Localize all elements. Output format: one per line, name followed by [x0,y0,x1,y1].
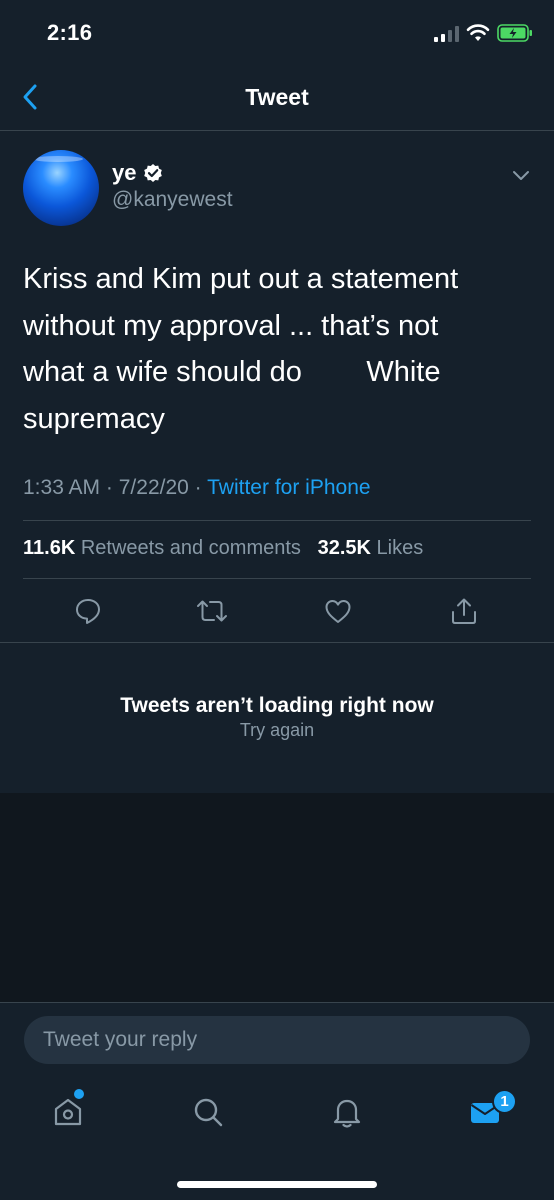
share-button[interactable] [447,594,481,628]
retweets-label: Retweets and comments [80,537,301,559]
battery-icon [497,24,532,42]
divider [0,642,554,643]
share-icon [452,598,476,624]
status-time: 2:16 [47,20,93,45]
try-again-link[interactable]: Try again [0,720,554,741]
tab-search[interactable] [188,1092,228,1132]
retweet-icon [197,600,227,622]
wifi-icon [466,24,490,41]
likes-label: Likes [376,537,424,559]
divider [23,578,531,579]
home-notification-dot [74,1089,84,1099]
likes-stat[interactable]: 32.5K Likes [318,537,424,559]
divider [23,520,531,521]
retweet-button[interactable] [195,594,229,628]
home-icon [54,1098,82,1126]
author-name-row: ye [112,160,163,186]
tweet-screen: 2:16 Tweet ye @kanyewest Kriss and Kim p… [0,0,554,1200]
verified-badge-icon [144,164,163,182]
signal-icon [434,26,459,42]
messages-badge: 1 [492,1089,517,1114]
like-button[interactable] [321,594,355,628]
notifications-icon [333,1099,361,1128]
like-icon [325,600,351,623]
avatar[interactable] [23,150,99,226]
tweet-stats: 11.6K Retweets and comments 32.5K Likes [23,537,423,560]
page-title: Tweet [245,84,309,110]
likes-count: 32.5K [317,537,371,559]
home-indicator[interactable] [177,1181,377,1188]
tab-notifications[interactable] [327,1092,367,1132]
handle: @kanyewest [112,188,233,211]
retweets-stat[interactable]: 11.6K Retweets and comments [23,537,301,559]
caret-down-icon[interactable] [510,164,532,186]
reply-icon [76,599,100,624]
search-icon [194,1098,223,1127]
meta-separator: · [194,476,202,499]
retweets-count: 11.6K [23,537,76,559]
meta-separator: · [105,476,113,499]
tweet-meta: 1:33 AM · 7/22/20 · Twitter for iPhone [23,476,371,500]
tweet-source-link[interactable]: Twitter for iPhone [207,476,370,499]
error-message: Tweets aren’t loading right now [120,694,434,717]
reply-button[interactable] [71,594,105,628]
tweet-time: 1:33 AM [23,476,101,499]
reply-input[interactable] [24,1016,530,1064]
nav-header: Tweet [0,62,554,131]
tweet-date: 7/22/20 [118,476,189,499]
tweet-text: Kriss and Kim put out a statement withou… [23,263,459,435]
display-name[interactable]: ye [112,160,136,186]
status-bar: 2:16 [0,0,554,62]
